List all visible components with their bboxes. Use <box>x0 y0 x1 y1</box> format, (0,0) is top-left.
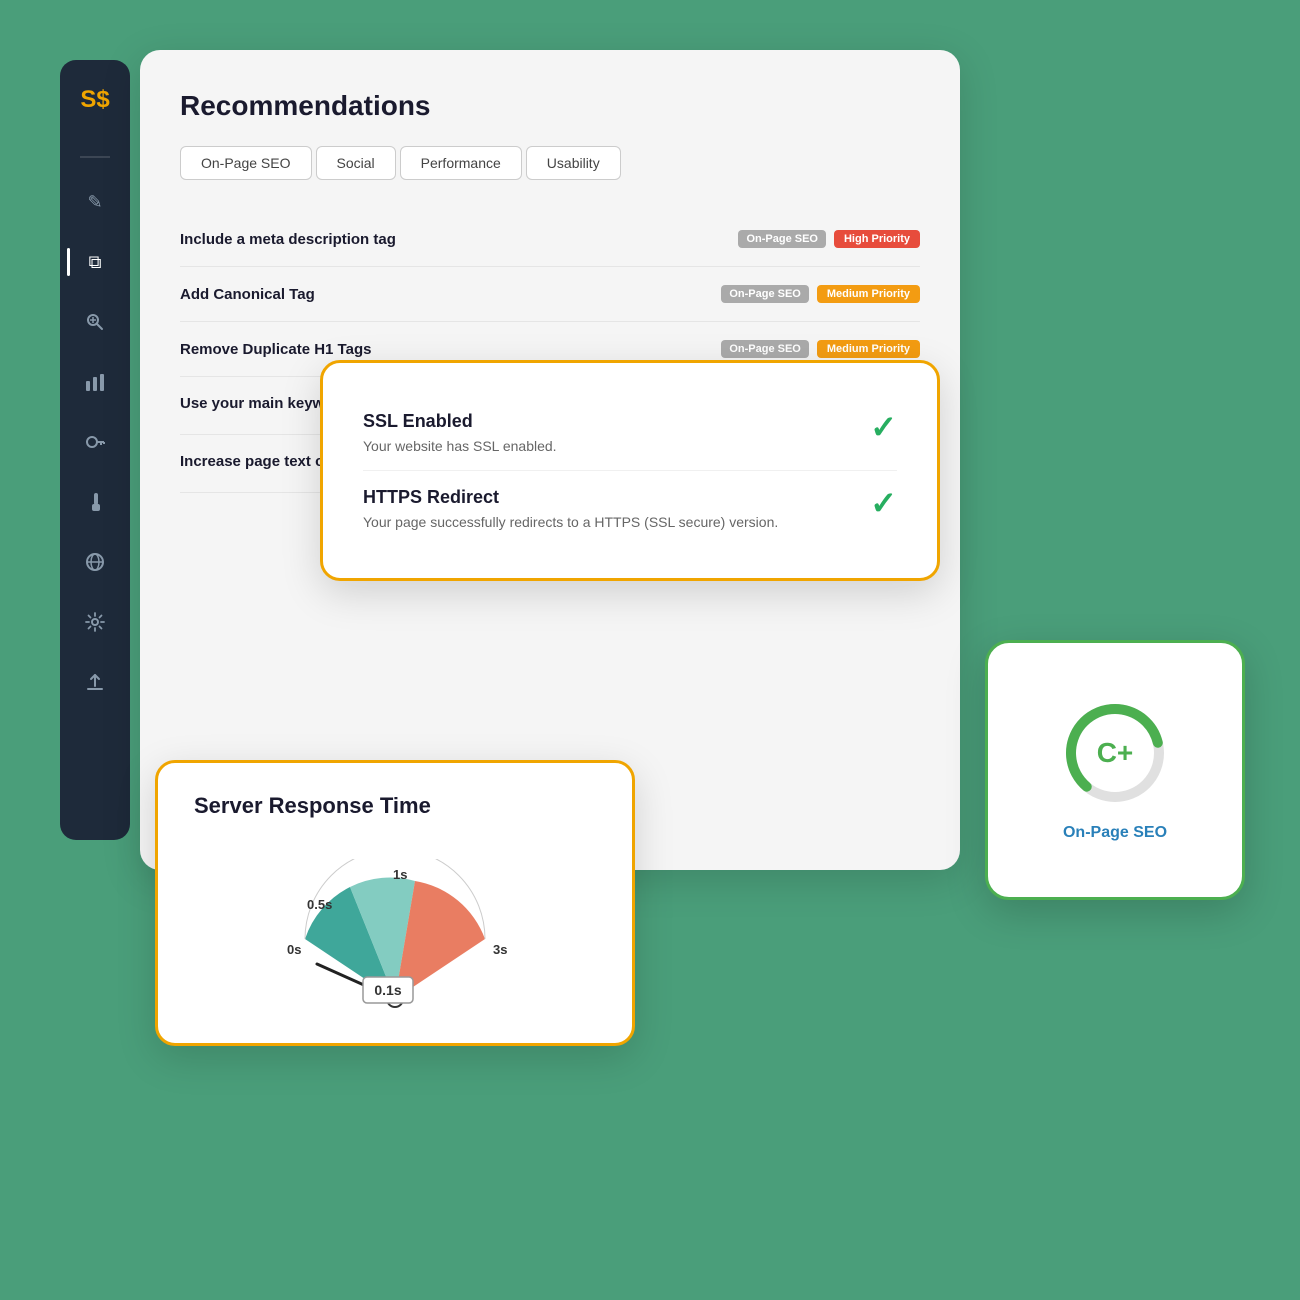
ssl-desc-1: Your website has SSL enabled. <box>363 438 557 454</box>
tag-seo-3: On-Page SEO <box>721 340 809 358</box>
tag-priority-1: High Priority <box>834 230 920 248</box>
rec-label-1: Include a meta description tag <box>180 231 396 248</box>
upload-icon[interactable] <box>79 666 111 698</box>
score-label: On-Page SEO <box>1063 824 1167 842</box>
sidebar: S$ ✎ ⧉ <box>60 60 130 840</box>
rec-tags-3: On-Page SEO Medium Priority <box>721 340 920 358</box>
svg-text:0s: 0s <box>287 942 301 957</box>
rec-tags-1: On-Page SEO High Priority <box>738 230 920 248</box>
copy-icon[interactable]: ⧉ <box>79 246 111 278</box>
tab-on-page-seo[interactable]: On-Page SEO <box>180 146 312 180</box>
rec-label-2: Add Canonical Tag <box>180 286 315 303</box>
gauge-card: Server Response Time 0s 0.5s 1s 3s 0.1s <box>155 760 635 1046</box>
ssl-card: SSL Enabled Your website has SSL enabled… <box>320 360 940 581</box>
gauge-area: 0s 0.5s 1s 3s 0.1s <box>194 839 596 1019</box>
ssl-check-icon-1: ✓ <box>870 411 897 443</box>
bar-chart-icon[interactable] <box>79 366 111 398</box>
svg-text:0.5s: 0.5s <box>307 897 332 912</box>
page-title: Recommendations <box>180 90 920 122</box>
tag-priority-3: Medium Priority <box>817 340 920 358</box>
gauge-svg: 0s 0.5s 1s 3s 0.1s <box>245 859 545 1019</box>
tag-seo-1: On-Page SEO <box>738 230 826 248</box>
ssl-title-1: SSL Enabled <box>363 411 557 432</box>
ssl-desc-2: Your page successfully redirects to a HT… <box>363 514 778 530</box>
ssl-item-text-2: HTTPS Redirect Your page successfully re… <box>363 487 778 530</box>
globe-icon[interactable] <box>79 546 111 578</box>
tab-performance[interactable]: Performance <box>400 146 522 180</box>
edit-icon[interactable]: ✎ <box>79 186 111 218</box>
svg-text:0.1s: 0.1s <box>374 982 401 998</box>
search-zoom-icon[interactable] <box>79 306 111 338</box>
rec-row-2: Add Canonical Tag On-Page SEO Medium Pri… <box>180 267 920 322</box>
settings-icon[interactable] <box>79 606 111 638</box>
score-card: C+ On-Page SEO <box>985 640 1245 900</box>
ssl-item-1: SSL Enabled Your website has SSL enabled… <box>363 395 897 471</box>
ssl-title-2: HTTPS Redirect <box>363 487 778 508</box>
score-grade: C+ <box>1097 737 1134 769</box>
svg-text:1s: 1s <box>393 867 407 882</box>
ssl-item-2: HTTPS Redirect Your page successfully re… <box>363 471 897 546</box>
rec-tags-2: On-Page SEO Medium Priority <box>721 285 920 303</box>
svg-text:3s: 3s <box>493 942 507 957</box>
rec-label-3: Remove Duplicate H1 Tags <box>180 341 371 358</box>
key-icon[interactable] <box>79 426 111 458</box>
ssl-item-text-1: SSL Enabled Your website has SSL enabled… <box>363 411 557 454</box>
score-circle: C+ <box>1060 698 1170 808</box>
tab-social[interactable]: Social <box>316 146 396 180</box>
tool-icon[interactable] <box>79 486 111 518</box>
sidebar-divider <box>80 156 110 158</box>
tab-usability[interactable]: Usability <box>526 146 621 180</box>
tag-priority-2: Medium Priority <box>817 285 920 303</box>
gauge-title: Server Response Time <box>194 793 596 819</box>
ssl-check-icon-2: ✓ <box>870 487 897 519</box>
rec-row-1: Include a meta description tag On-Page S… <box>180 212 920 267</box>
tabs-row: On-Page SEO Social Performance Usability <box>180 146 920 180</box>
tag-seo-2: On-Page SEO <box>721 285 809 303</box>
sidebar-logo: S$ <box>75 80 115 120</box>
